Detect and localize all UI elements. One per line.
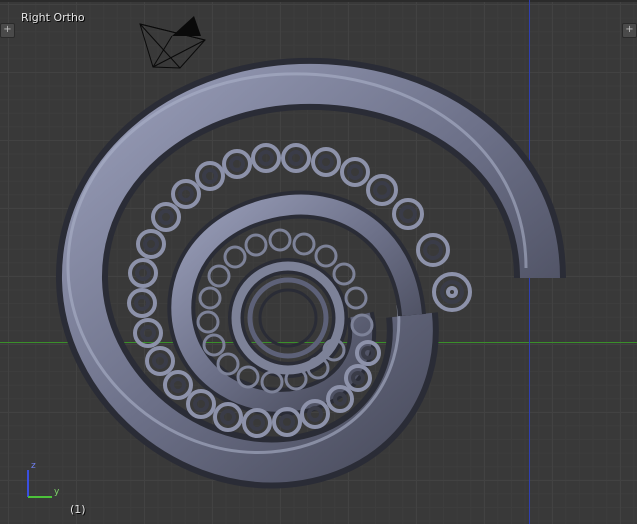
scene-drawing <box>27 16 566 498</box>
3d-viewport[interactable]: z y Right Ortho (1) + + <box>0 0 637 524</box>
plus-icon[interactable]: + <box>0 23 15 38</box>
spiral-mesh[interactable] <box>55 57 566 489</box>
plus-icon[interactable]: + <box>622 23 637 38</box>
frame-number-label: (1) <box>70 503 86 516</box>
axis-gizmo <box>27 470 52 498</box>
y-axis-label: y <box>54 487 60 497</box>
z-axis-label: z <box>31 461 36 471</box>
camera-object[interactable] <box>139 16 206 69</box>
view-name-label: Right Ortho <box>21 11 85 24</box>
